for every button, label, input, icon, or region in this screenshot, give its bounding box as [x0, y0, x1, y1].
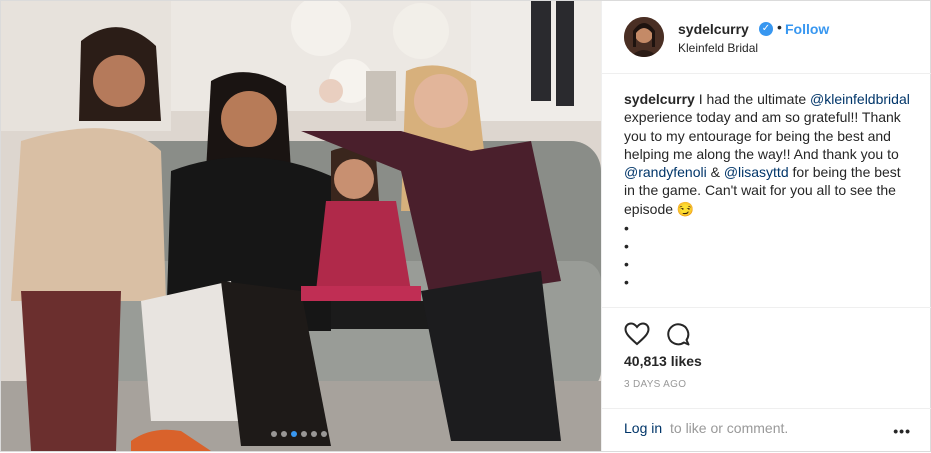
heart-icon[interactable]	[624, 322, 650, 346]
avatar-image	[624, 17, 664, 57]
caption-text: &	[706, 164, 724, 181]
caption-bullet: •	[624, 256, 629, 272]
post-actions: 40,813 likes 3 DAYS AGO Log in to like o…	[602, 307, 931, 452]
carousel-dot[interactable]	[321, 431, 327, 437]
carousel-dot[interactable]	[271, 431, 277, 437]
carousel-indicator[interactable]	[271, 431, 327, 437]
caption-bullet: •	[624, 274, 629, 290]
post-photo[interactable]	[1, 1, 601, 451]
follow-button[interactable]: Follow	[785, 21, 829, 37]
caption-text: experience today and am so grateful!! Th…	[624, 109, 901, 162]
mention-link[interactable]: @kleinfeldbridal	[810, 91, 910, 107]
caption-text: I had the ultimate	[694, 91, 811, 107]
mention-link[interactable]: @lisasyttd	[724, 164, 789, 180]
post-photo-image	[1, 1, 601, 451]
carousel-dot[interactable]	[281, 431, 287, 437]
avatar[interactable]	[624, 17, 664, 57]
post-header: sydelcurry ✓ • Follow Kleinfeld Bridal	[602, 1, 931, 74]
separator-dot: •	[777, 19, 782, 35]
carousel-dot-active[interactable]	[291, 431, 297, 437]
verified-badge-icon: ✓	[759, 22, 773, 36]
post-date[interactable]: 3 DAYS AGO	[624, 379, 686, 390]
caption-bullet: •	[624, 220, 629, 236]
carousel-dot[interactable]	[301, 431, 307, 437]
comment-icon[interactable]	[666, 322, 690, 346]
more-options-icon[interactable]: •••	[893, 423, 911, 439]
login-link[interactable]: Log in	[624, 420, 662, 436]
username[interactable]: sydelcurry	[678, 21, 749, 37]
like-count[interactable]: 40,813 likes	[624, 353, 702, 369]
instagram-post: sydelcurry ✓ • Follow Kleinfeld Bridal s…	[0, 0, 931, 452]
post-sidebar: sydelcurry ✓ • Follow Kleinfeld Bridal s…	[601, 1, 931, 451]
post-footer: Log in to like or comment. •••	[602, 408, 931, 453]
post-caption: sydelcurry I had the ultimate @kleinfeld…	[624, 90, 914, 218]
location-link[interactable]: Kleinfeld Bridal	[678, 41, 758, 55]
caption-bullets: • • • •	[624, 219, 629, 291]
carousel-dot[interactable]	[311, 431, 317, 437]
caption-username[interactable]: sydelcurry	[624, 91, 695, 107]
login-prompt-text: to like or comment.	[670, 420, 789, 436]
caption-bullet: •	[624, 238, 629, 254]
mention-link[interactable]: @randyfenoli	[624, 164, 707, 180]
